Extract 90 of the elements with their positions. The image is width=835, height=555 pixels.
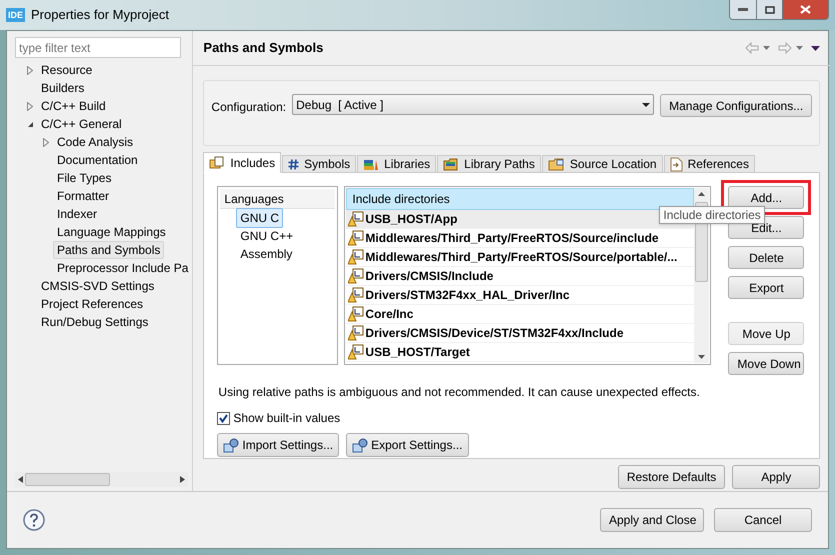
folder-file-icon [209, 156, 226, 170]
tab[interactable]: References [664, 155, 755, 173]
minimize-icon [738, 8, 748, 11]
tree-item[interactable]: Builders [37, 79, 88, 97]
language-item[interactable]: GNU C [236, 208, 284, 228]
directory-row[interactable]: USB_HOST/Target [346, 343, 694, 362]
tab[interactable]: Includes [203, 152, 282, 173]
configuration-dropdown[interactable]: Debug [ Active ] [292, 94, 654, 115]
directory-row[interactable]: Middlewares/Third_Party/FreeRTOS/Source/portable/... [346, 248, 694, 267]
collapsed-arrow-icon[interactable] [43, 138, 49, 146]
folder-icon [548, 158, 565, 170]
export-icon [352, 438, 368, 452]
maximize-button[interactable] [756, 0, 782, 19]
collapsed-arrow-icon[interactable] [27, 102, 33, 110]
folder-warning-icon [348, 268, 364, 284]
help-icon[interactable] [23, 509, 45, 531]
directory-row[interactable]: Drivers/CMSIS/Device/ST/STM32F4xx/Include [346, 324, 694, 343]
window-title: Properties for Myproject [31, 6, 170, 24]
dialog-button[interactable]: Cancel [714, 508, 812, 532]
import-icon [223, 438, 240, 452]
page-button[interactable]: Restore Defaults [618, 465, 726, 489]
tree-item[interactable]: Project References [37, 295, 148, 313]
tree-item[interactable]: Code Analysis [53, 133, 138, 151]
settings-button[interactable]: Import Settings... [217, 433, 340, 457]
checkbox-label: Show built-in values [233, 410, 340, 427]
tree-item[interactable]: Preprocessor Include Pa [53, 259, 192, 277]
tree-item[interactable]: Documentation [53, 151, 142, 169]
tab[interactable]: Libraries [357, 155, 436, 173]
app-logo: IDE [6, 8, 26, 22]
language-item[interactable]: Assembly [236, 244, 296, 264]
folder-warning-icon [348, 287, 364, 303]
action-button[interactable]: Delete [728, 246, 804, 269]
tab[interactable]: Source Location [542, 155, 663, 173]
tree-item[interactable]: Resource [37, 61, 96, 79]
directory-row[interactable]: Middlewares/Third_Party/FreeRTOS/Source/include [346, 229, 694, 248]
languages-header: Languages [220, 189, 336, 209]
tree-item[interactable]: C/C++ General [37, 115, 126, 133]
action-button[interactable]: Add... [728, 186, 804, 209]
dropdown-arrow-icon [642, 102, 650, 106]
tree-item[interactable]: Indexer [53, 205, 102, 223]
tooltip: Include directories [659, 206, 765, 224]
directory-row[interactable]: Core/Inc [346, 305, 694, 324]
action-button[interactable]: Move Down [728, 352, 804, 375]
books-icon [363, 158, 380, 170]
dialog-button[interactable]: Apply and Close [600, 508, 704, 532]
close-icon [800, 5, 811, 14]
hash-icon [288, 158, 300, 170]
relative-paths-note: Using relative paths is ambiguous and not recommended. It can cause unexpected effects. [218, 384, 701, 401]
expanded-arrow-icon[interactable] [26, 120, 34, 128]
tab[interactable]: Library Paths [437, 155, 541, 173]
scroll-down-icon[interactable] [698, 355, 706, 359]
menu-icon[interactable] [811, 46, 820, 50]
tab[interactable]: Symbols [282, 155, 356, 173]
include-directories-header: Include directories [346, 188, 694, 210]
dropdown-icon[interactable] [796, 46, 804, 50]
directory-row[interactable]: Drivers/STM32F4xx_HAL_Driver/Inc [346, 286, 694, 305]
collapsed-arrow-icon[interactable] [27, 66, 33, 74]
scroll-right-icon[interactable] [180, 476, 185, 483]
maximize-icon [764, 6, 774, 14]
folder-books-icon [443, 158, 460, 170]
tree-item[interactable]: Language Mappings [53, 223, 170, 241]
language-item[interactable]: GNU C++ [236, 226, 298, 246]
scroll-up-icon[interactable] [698, 192, 706, 196]
scroll-left-icon[interactable] [18, 476, 23, 483]
horizontal-scrollbar[interactable] [15, 472, 188, 487]
filter-field[interactable]: type filter text [15, 37, 181, 58]
directory-row[interactable]: Drivers/CMSIS/Include [346, 267, 694, 286]
checkmark-icon [219, 414, 228, 422]
tree-item[interactable]: Paths and Symbols [53, 241, 164, 259]
tree-item[interactable]: CMSIS-SVD Settings [37, 277, 158, 295]
minimize-button[interactable] [730, 0, 756, 19]
tree-item[interactable]: File Types [53, 169, 116, 187]
settings-button[interactable]: Export Settings... [346, 433, 468, 457]
folder-warning-icon [348, 306, 364, 322]
tree-item[interactable]: Formatter [53, 187, 114, 205]
page-button[interactable]: Apply [732, 465, 820, 489]
folder-warning-icon [348, 344, 364, 360]
manage-configurations-button[interactable]: Manage Configurations... [660, 94, 812, 117]
action-button[interactable]: Export [728, 276, 804, 299]
folder-warning-icon [348, 249, 364, 265]
configuration-label: Configuration: [211, 99, 286, 116]
folder-warning-icon [348, 325, 364, 341]
dropdown-icon[interactable] [763, 46, 770, 50]
tree-item[interactable]: C/C++ Build [37, 97, 110, 115]
folder-warning-icon [348, 211, 364, 227]
folder-warning-icon [348, 230, 364, 246]
close-button[interactable] [782, 0, 828, 19]
tree-item[interactable]: Run/Debug Settings [37, 313, 152, 331]
checkbox[interactable] [217, 412, 230, 424]
page-title: Paths and Symbols [203, 39, 324, 58]
